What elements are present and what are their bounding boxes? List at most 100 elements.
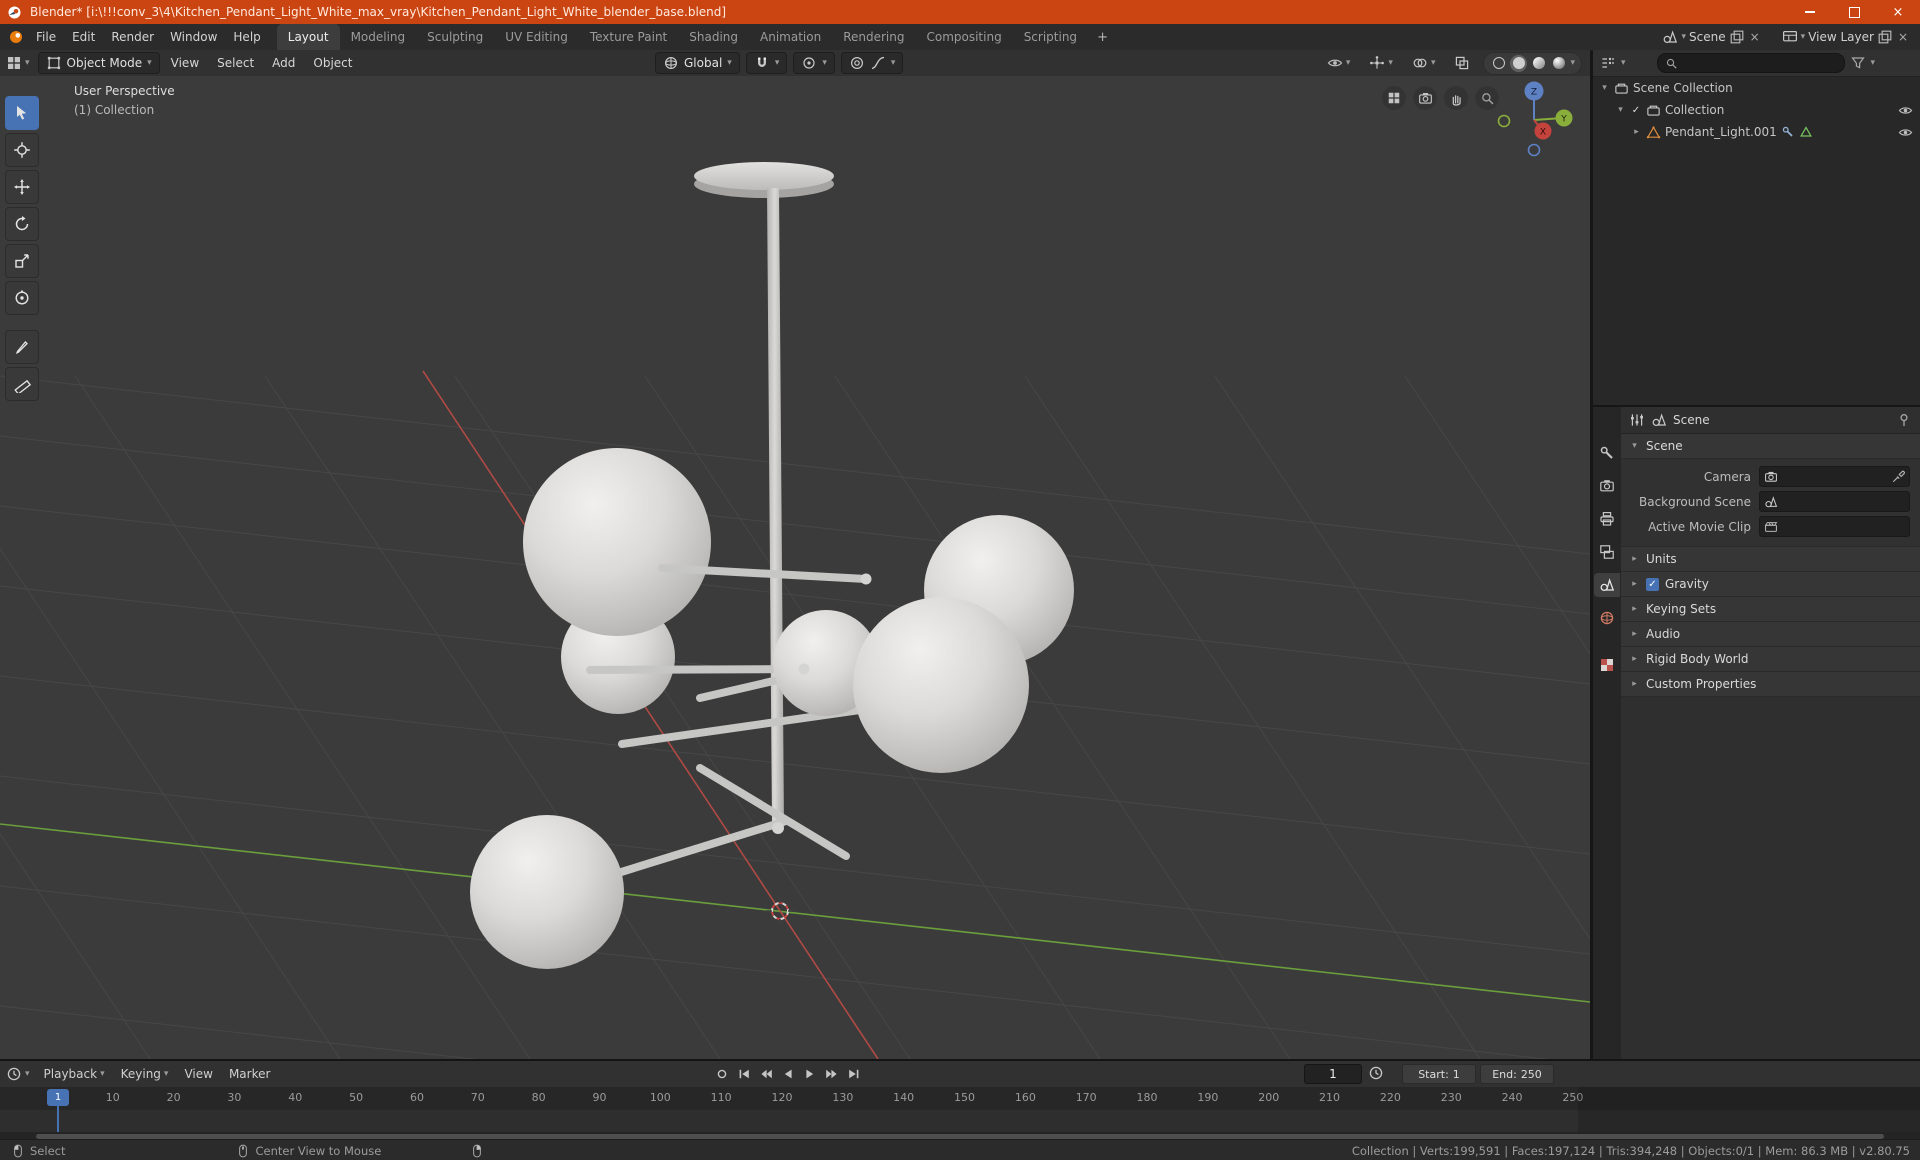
outliner-editor-icon[interactable] — [1600, 55, 1616, 71]
viewport-menu-select[interactable]: Select — [208, 56, 263, 70]
viewport-scene[interactable] — [0, 76, 1590, 1059]
tool-transform[interactable] — [5, 281, 39, 315]
transport-play-reverse[interactable] — [778, 1065, 798, 1083]
pan-view-button[interactable] — [1444, 86, 1468, 110]
minimize-button[interactable] — [1788, 0, 1832, 24]
timeline-menu-keying[interactable]: Keying ▾ — [113, 1067, 177, 1081]
pendant-light-model[interactable] — [470, 162, 1074, 969]
playhead-line[interactable] — [57, 1105, 59, 1132]
add-workspace-button[interactable]: + — [1088, 30, 1117, 45]
collection-checkbox[interactable]: ✓ — [1630, 105, 1642, 116]
workspace-tab-uv-editing[interactable]: UV Editing — [494, 24, 579, 50]
view-layer-name[interactable]: View Layer — [1808, 30, 1874, 44]
timeline-editor-type-button[interactable]: ▾ — [0, 1066, 36, 1082]
viewport-menu-add[interactable]: Add — [263, 56, 304, 70]
panel-audio[interactable]: ▸ Audio — [1621, 622, 1920, 647]
pendant-rod[interactable] — [586, 665, 808, 674]
menu-help[interactable]: Help — [225, 30, 268, 44]
editor-type-button[interactable]: ▾ — [0, 55, 36, 71]
viewport-menu-view[interactable]: View — [162, 56, 208, 70]
rod-end-cap[interactable] — [772, 822, 784, 834]
outliner-row-collection[interactable]: ▾ ✓ Collection — [1593, 99, 1920, 121]
collapse-icon[interactable]: ▾ — [1615, 105, 1626, 115]
pendant-globe[interactable] — [523, 448, 711, 636]
workspace-tab-animation[interactable]: Animation — [749, 24, 832, 50]
workspace-tab-compositing[interactable]: Compositing — [915, 24, 1012, 50]
transport-play[interactable] — [800, 1065, 820, 1083]
properties-tab-view-layer[interactable] — [1594, 540, 1620, 564]
transport-jump-to-end[interactable] — [844, 1065, 864, 1083]
workspace-tab-texture-paint[interactable]: Texture Paint — [579, 24, 678, 50]
viewport-canvas[interactable]: User Perspective (1) Collection Z Y X — [0, 76, 1590, 1059]
expand-icon[interactable]: ▸ — [1631, 127, 1642, 137]
frame-end-field[interactable]: End: 250 — [1480, 1064, 1554, 1084]
field-background-scene[interactable] — [1759, 491, 1910, 512]
view-layer-datablock-icon[interactable] — [1782, 29, 1798, 45]
outliner-row-pendant-light-001[interactable]: ▸ Pendant_Light.001 — [1593, 121, 1920, 143]
current-frame-field[interactable]: 1 — [1304, 1064, 1362, 1084]
unlink-scene-icon[interactable]: × — [1748, 30, 1762, 44]
transport-jump-to-next-keyframe[interactable] — [822, 1065, 842, 1083]
pin-icon[interactable] — [1896, 412, 1912, 428]
properties-editor-icon[interactable] — [1629, 412, 1645, 428]
workspace-tab-shading[interactable]: Shading — [678, 24, 749, 50]
visibility-dropdown[interactable]: ▾ — [1321, 55, 1357, 71]
outliner-search[interactable] — [1656, 53, 1845, 73]
new-scene-icon[interactable] — [1729, 29, 1745, 45]
workspace-tab-rendering[interactable]: Rendering — [832, 24, 915, 50]
properties-tab-world[interactable] — [1594, 606, 1620, 630]
pendant-globe[interactable] — [853, 597, 1029, 773]
snap-toggle[interactable]: ▾ — [745, 52, 788, 74]
overlays-dropdown[interactable]: ▾ — [1406, 55, 1442, 71]
eyedropper-icon[interactable] — [1891, 470, 1905, 484]
blender-menu-icon[interactable] — [8, 29, 24, 45]
properties-tab-texture[interactable] — [1594, 653, 1620, 677]
workspace-tab-layout[interactable]: Layout — [276, 24, 340, 50]
gizmo-y-negative[interactable] — [1497, 114, 1511, 128]
panel-gravity[interactable]: ▸ ✓ Gravity — [1621, 572, 1920, 597]
menu-file[interactable]: File — [28, 30, 64, 44]
pendant-main-rod[interactable] — [767, 188, 784, 826]
tool-measure[interactable] — [5, 367, 39, 401]
properties-tab-output[interactable] — [1594, 507, 1620, 531]
pivot-point-dropdown[interactable]: ▾ — [793, 52, 835, 74]
frame-start-field[interactable]: Start: 1 — [1402, 1064, 1476, 1084]
tool-cursor[interactable] — [5, 133, 39, 167]
scene-name[interactable]: Scene — [1689, 30, 1726, 44]
outliner-search-input[interactable] — [1681, 55, 1837, 71]
collapse-icon[interactable]: ▾ — [1599, 83, 1610, 93]
timeline-menu-view[interactable]: View — [176, 1067, 220, 1081]
transform-orientation-dropdown[interactable]: Global ▾ — [655, 52, 740, 74]
panel-scene[interactable]: ▾ Scene — [1621, 434, 1920, 459]
transport-jump-to-start[interactable] — [734, 1065, 754, 1083]
field-active-movie-clip[interactable] — [1759, 516, 1910, 537]
transport-jump-to-prev-keyframe[interactable] — [756, 1065, 776, 1083]
new-view-layer-icon[interactable] — [1877, 29, 1893, 45]
scene-datablock-icon[interactable] — [1662, 29, 1678, 45]
eye-icon[interactable] — [1898, 125, 1913, 140]
rod-end-cap[interactable] — [860, 573, 872, 585]
chevron-down-icon[interactable]: ▾ — [1621, 58, 1626, 68]
shading-rendered[interactable] — [1550, 55, 1567, 72]
camera-view-button[interactable] — [1413, 86, 1437, 110]
remove-view-layer-icon[interactable]: × — [1896, 30, 1910, 44]
timeline-menu-marker[interactable]: Marker — [221, 1067, 278, 1081]
tool-box-select[interactable] — [5, 96, 39, 130]
chevron-down-icon[interactable]: ▾ — [1681, 32, 1686, 42]
use-preview-range-icon[interactable] — [1368, 1065, 1384, 1081]
panel-units[interactable]: ▸ Units — [1621, 547, 1920, 572]
shading-solid[interactable] — [1510, 54, 1528, 72]
chevron-down-icon[interactable]: ▾ — [1871, 58, 1876, 68]
toggle-ortho-button[interactable] — [1382, 86, 1406, 110]
rod-end-cap[interactable] — [798, 663, 810, 675]
chevron-down-icon[interactable]: ▾ — [1570, 58, 1575, 68]
tool-move[interactable] — [5, 170, 39, 204]
viewport-menu-object[interactable]: Object — [304, 56, 361, 70]
tool-scale[interactable] — [5, 244, 39, 278]
properties-tab-scene[interactable] — [1594, 573, 1620, 597]
menu-edit[interactable]: Edit — [64, 30, 103, 44]
proportional-editing-dropdown[interactable]: ▾ — [840, 52, 904, 74]
workspace-tab-sculpting[interactable]: Sculpting — [416, 24, 494, 50]
view-gizmo[interactable]: Z Y X — [1492, 78, 1576, 162]
tool-rotate[interactable] — [5, 207, 39, 241]
